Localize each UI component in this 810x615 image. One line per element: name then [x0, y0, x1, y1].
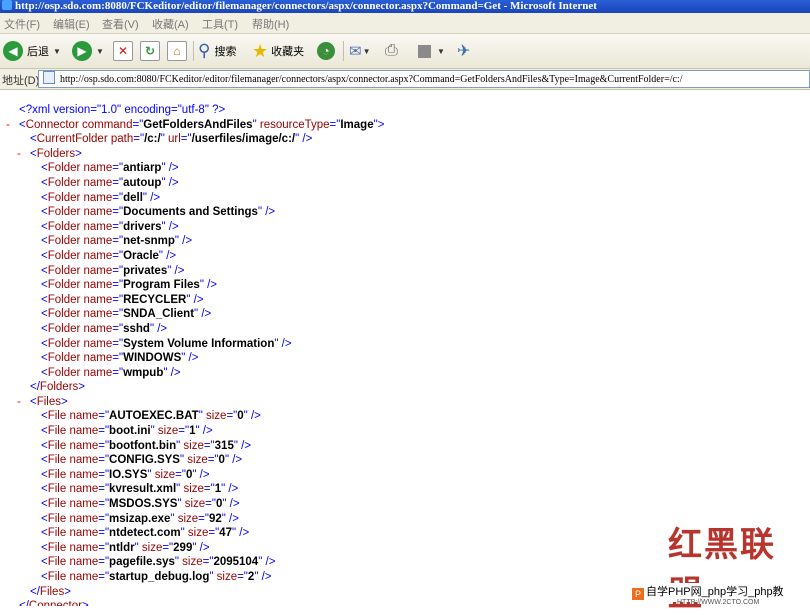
menu-file[interactable]: 文件(F)	[4, 16, 40, 32]
chevron-down-icon: ▼	[96, 46, 104, 56]
xml-files-open[interactable]: - <Files>	[0, 395, 810, 410]
back-button[interactable]: ◀ 后退 ▼	[3, 39, 61, 63]
menu-help[interactable]: 帮助(H)	[252, 16, 289, 32]
xml-folder-item: <Folder name="antiarp" />	[41, 162, 179, 175]
xml-folder-item: <Folder name="dell" />	[41, 191, 161, 204]
menu-view[interactable]: 查看(V)	[102, 16, 139, 32]
xml-folder-item: <Folder name="WINDOWS" />	[41, 352, 199, 365]
xml-file-item: <File name="kvresult.xml" size="1" />	[41, 483, 239, 496]
watermark-text: 自学PHP网_php学习_php教	[646, 586, 784, 598]
menu-edit[interactable]: 编辑(E)	[53, 16, 90, 32]
xml-folder-item: <Folder name="net-snmp" />	[41, 235, 193, 248]
collapse-toggle[interactable]: -	[17, 395, 21, 410]
stop-icon: ✕	[113, 41, 133, 61]
xml-current-folder: <CurrentFolder path="/c:/" url="/userfil…	[30, 133, 313, 146]
window-title-bar: http://osp.sdo.com:8080/FCKeditor/editor…	[0, 0, 810, 13]
chevron-down-icon: ▼	[53, 46, 61, 56]
toolbar-divider	[343, 41, 344, 61]
xml-folders-close: </Folders>	[30, 381, 85, 394]
window-title: http://osp.sdo.com:8080/FCKeditor/editor…	[15, 0, 597, 12]
xml-folder-item: <Folder name="autoup" />	[41, 176, 179, 189]
xml-connector-open[interactable]: - <Connector command="GetFoldersAndFiles"…	[0, 118, 810, 133]
mail-icon: ✉	[349, 43, 362, 60]
mail-button[interactable]: ✉ ▼	[349, 39, 371, 63]
xml-folder-item: <Folder name="Documents and Settings" />	[41, 206, 276, 219]
forward-arrow-icon: ▶	[72, 41, 92, 61]
history-button[interactable]: ◔	[317, 39, 335, 63]
forward-button[interactable]: ▶ ▼	[72, 39, 104, 63]
xml-file-item: <File name="MSDOS.SYS" size="0" />	[41, 498, 240, 511]
menu-tools[interactable]: 工具(T)	[202, 16, 238, 32]
menu-bar: 文件(F) 编辑(E) 查看(V) 收藏(A) 工具(T) 帮助(H)	[0, 13, 810, 34]
address-label: 地址(D)	[2, 75, 40, 87]
xml-folder-item: <Folder name="RECYCLER" />	[41, 293, 204, 306]
xml-folder-item: <Folder name="Program Files" />	[41, 279, 218, 292]
refresh-button[interactable]: ↻	[140, 39, 160, 63]
print-button[interactable]: ⎙	[385, 39, 398, 63]
history-icon: ◔	[317, 42, 335, 60]
star-icon: ★	[252, 40, 269, 61]
menu-favorites[interactable]: 收藏(A)	[152, 16, 189, 32]
search-icon: ⚲	[198, 41, 211, 60]
back-arrow-icon: ◀	[3, 41, 23, 61]
refresh-icon: ↻	[140, 41, 160, 61]
xml-folders-open[interactable]: - <Folders>	[0, 147, 810, 162]
p-logo-icon: P	[632, 588, 644, 600]
address-input[interactable]: http://osp.sdo.com:8080/FCKeditor/editor…	[38, 70, 810, 88]
xml-folder-item: <Folder name="SNDA_Client" />	[41, 308, 212, 321]
favorites-label: 收藏夹	[271, 46, 305, 58]
collapse-toggle[interactable]: -	[6, 118, 10, 133]
address-url: http://osp.sdo.com:8080/FCKeditor/editor…	[60, 74, 683, 85]
xml-file-item: <File name="boot.ini" size="1" />	[41, 425, 213, 438]
search-button[interactable]: ⚲ 搜索	[198, 39, 236, 63]
xml-file-item: <File name="CONFIG.SYS" size="0" />	[41, 454, 243, 467]
xml-folder-item: <Folder name="Oracle" />	[41, 249, 177, 262]
search-label: 搜索	[214, 46, 237, 58]
stop-button[interactable]: ✕	[113, 39, 133, 63]
home-icon: ⌂	[167, 41, 187, 61]
edit-button[interactable]: ▼	[418, 39, 445, 63]
favorites-button[interactable]: ★ 收藏夹	[252, 39, 304, 63]
ie-icon	[2, 0, 12, 10]
edit-icon	[418, 44, 431, 58]
messenger-button[interactable]: ✈	[457, 39, 470, 63]
page-icon	[43, 71, 55, 84]
xml-folder-item: <Folder name="System Volume Information"…	[41, 337, 292, 350]
xml-declaration: <?xml version="1.0" encoding="utf-8" ?>	[19, 104, 226, 116]
xml-file-item: <File name="AUTOEXEC.BAT" size="0" />	[41, 410, 261, 423]
xml-folder-item: <Folder name="wmpub" />	[41, 366, 181, 379]
xml-folder-item: <Folder name="drivers" />	[41, 220, 179, 233]
printer-icon: ⎙	[385, 42, 398, 59]
toolbar: ◀ 后退 ▼ ▶ ▼ ✕ ↻ ⌂ ⚲ 搜索 ★ 收藏夹 ◔ ✉ ▼ ⎙ ▼ ✈	[0, 34, 810, 69]
xml-folder-item: <Folder name="privates" />	[41, 264, 185, 277]
chevron-down-icon: ▼	[362, 46, 371, 56]
collapse-toggle[interactable]: -	[17, 147, 21, 162]
xml-file-item: <File name="IO.SYS" size="0" />	[41, 468, 210, 481]
messenger-icon: ✈	[457, 43, 471, 60]
toolbar-divider	[193, 41, 194, 61]
address-bar: 地址(D) http://osp.sdo.com:8080/FCKeditor/…	[0, 69, 810, 90]
xml-folder-item: <Folder name="sshd" />	[41, 322, 168, 335]
xml-file-item: <File name="bootfont.bin" size="315" />	[41, 439, 252, 452]
home-button[interactable]: ⌂	[167, 39, 187, 63]
back-label: 后退	[27, 46, 49, 58]
watermark-url: HTTP://WWW.2CTO.COM	[677, 599, 760, 606]
chevron-down-icon: ▼	[437, 46, 445, 56]
